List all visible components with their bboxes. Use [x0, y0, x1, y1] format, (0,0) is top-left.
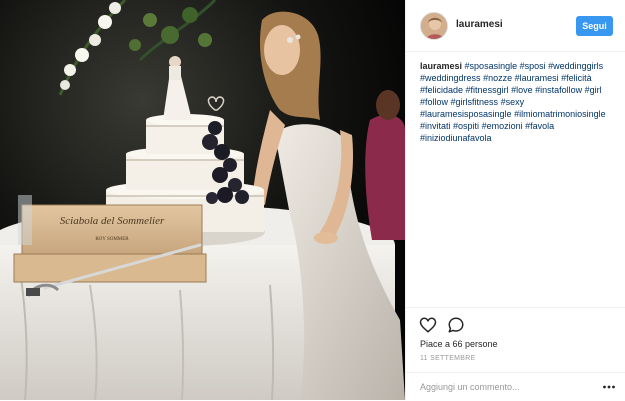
follow-button[interactable]: Segui	[576, 16, 613, 36]
caption-author-link[interactable]: lauramesi	[420, 61, 462, 71]
hashtag-link[interactable]: #weddingdress	[420, 73, 481, 83]
hashtag-link[interactable]: #weddinggirls	[548, 61, 603, 71]
hashtag-link[interactable]: #ospiti	[453, 121, 479, 131]
comment-bubble-icon[interactable]	[447, 316, 465, 334]
champagne-glass	[18, 195, 32, 245]
hashtag-link[interactable]: #sposi	[520, 61, 546, 71]
hashtag-link[interactable]: #fitnessgirl	[466, 85, 509, 95]
post-side-panel: lauramesi Segui lauramesi #sposasingle #…	[405, 0, 625, 400]
post-actions: Piace a 66 persone 11 SETTEMBRE	[406, 307, 625, 400]
instagram-post: Sciabola del Sommelier ROY SOMMER lauram…	[0, 0, 625, 400]
hashtag-link[interactable]: #iniziodiunafavola	[420, 133, 492, 143]
heart-icon[interactable]	[419, 316, 437, 334]
hashtag-link[interactable]: #nozze	[483, 73, 512, 83]
post-photo[interactable]: Sciabola del Sommelier ROY SOMMER	[0, 0, 405, 400]
comment-input[interactable]	[420, 379, 590, 395]
box-engraving-brand: ROY SOMMER	[95, 237, 129, 242]
comment-bubble-icon-graphic	[448, 317, 464, 333]
username-link[interactable]: lauramesi	[456, 19, 503, 30]
post-date[interactable]: 11 SETTEMBRE	[420, 355, 476, 362]
hashtag-link[interactable]: #sposasingle	[465, 61, 518, 71]
hashtag-link[interactable]: #lauramesisposasingle	[420, 109, 512, 119]
avatar[interactable]	[420, 12, 448, 40]
hashtag-link[interactable]: #follow	[420, 97, 448, 107]
more-dots-icon-graphic	[603, 385, 615, 389]
more-dots-icon[interactable]	[602, 380, 616, 394]
hashtag-link[interactable]: #felicidade	[420, 85, 463, 95]
hashtag-link[interactable]: #emozioni	[482, 121, 523, 131]
box-engraving-title: Sciabola del Sommelier	[60, 215, 165, 227]
post-header: lauramesi Segui	[406, 0, 625, 52]
hashtag-link[interactable]: #ilmiomatrimoniosingle	[514, 109, 606, 119]
add-comment-row	[406, 372, 625, 401]
hashtag-link[interactable]: #lauramesi	[515, 73, 559, 83]
wedding-photo-illustration: Sciabola del Sommelier ROY SOMMER	[0, 0, 405, 400]
hashtag-link[interactable]: #felicità	[561, 73, 592, 83]
heart-icon-graphic	[419, 317, 437, 333]
hashtag-link[interactable]: #girlsfitness	[451, 97, 499, 107]
hashtag-link[interactable]: #love	[511, 85, 533, 95]
hashtag-link[interactable]: #invitati	[420, 121, 451, 131]
hashtag-link[interactable]: #instafollow	[535, 85, 582, 95]
post-caption: lauramesi #sposasingle #sposi #weddinggi…	[420, 60, 618, 144]
likes-count[interactable]: Piace a 66 persone	[420, 339, 498, 349]
hashtag-list: #sposasingle #sposi #weddinggirls #weddi…	[420, 61, 606, 143]
hashtag-link[interactable]: #girl	[585, 85, 602, 95]
hashtag-link[interactable]: #sexy	[501, 97, 525, 107]
avatar-image	[421, 13, 447, 39]
hashtag-link[interactable]: #favola	[525, 121, 554, 131]
